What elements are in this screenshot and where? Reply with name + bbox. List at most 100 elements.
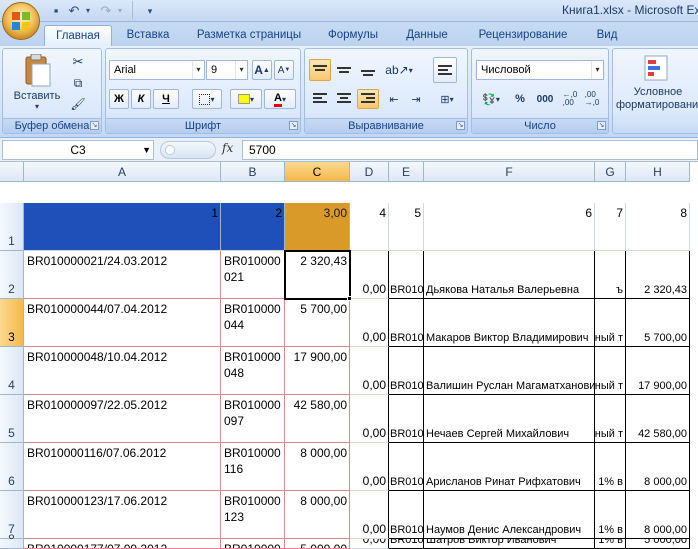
currency-icon[interactable]: 💱 ▾ xyxy=(476,89,506,109)
redo-dropdown-icon[interactable]: ▾ xyxy=(112,3,128,19)
tab-page-layout[interactable]: Разметка страницы xyxy=(190,25,308,46)
decrease-decimal-icon[interactable]: ,00 →,0 xyxy=(582,89,602,109)
office-button[interactable] xyxy=(2,2,40,40)
cell-b3[interactable]: BR010000 044 xyxy=(221,299,285,347)
cell-e8[interactable]: BR010 xyxy=(389,539,424,549)
bold-button[interactable]: Ж xyxy=(109,89,129,109)
row-header-9[interactable] xyxy=(0,539,24,549)
row-header-5[interactable]: 5 xyxy=(0,395,24,443)
cell-e2[interactable]: BR010 xyxy=(389,251,424,299)
cut-icon[interactable]: ✂ xyxy=(69,53,87,71)
cell-c4[interactable]: 17 900,00 xyxy=(285,347,350,395)
wrap-text-icon[interactable] xyxy=(433,57,457,83)
tab-home[interactable]: Главная xyxy=(44,25,112,46)
row-header-4[interactable]: 4 xyxy=(0,347,24,395)
cell-a7[interactable]: BR010000123/17.06.2012 xyxy=(24,491,221,539)
cell-c7[interactable]: 8 000,00 xyxy=(285,491,350,539)
cell-d3[interactable]: 0,00 xyxy=(350,299,389,347)
shrink-font-icon[interactable]: A ▼ xyxy=(274,60,294,80)
cell-b4[interactable]: BR010000 048 xyxy=(221,347,285,395)
font-color-icon[interactable]: A ▾ xyxy=(264,89,296,109)
copy-icon[interactable]: ⧉ xyxy=(69,74,87,92)
alignment-launcher-icon[interactable]: ↘ xyxy=(456,121,465,130)
column-header-e[interactable]: E xyxy=(389,162,424,182)
cell-h2[interactable]: 2 320,43 xyxy=(626,251,690,299)
cell-c2[interactable]: 2 320,43 xyxy=(285,251,350,299)
cell-c3[interactable]: 5 700,00 xyxy=(285,299,350,347)
cell-g4[interactable]: ный т xyxy=(595,347,626,395)
name-box[interactable]: C3 ▼ xyxy=(2,140,154,160)
cell-g6[interactable]: о 1% в xyxy=(595,443,626,491)
tab-review[interactable]: Рецензирование xyxy=(468,25,578,46)
column-header-a[interactable]: A xyxy=(24,162,221,182)
cell-f1[interactable]: 6 xyxy=(424,203,595,251)
cell-h8[interactable]: 5 000,00 xyxy=(626,539,690,549)
cell-a6[interactable]: BR010000116/07.06.2012 xyxy=(24,443,221,491)
cell-h1[interactable]: 8 xyxy=(626,203,690,251)
cell-c5[interactable]: 42 580,00 xyxy=(285,395,350,443)
fill-handle[interactable] xyxy=(347,296,352,301)
number-launcher-icon[interactable]: ↘ xyxy=(597,121,606,130)
cell-b8[interactable]: BR010000 177 xyxy=(221,539,285,549)
fill-color-icon[interactable]: ▾ xyxy=(230,89,262,109)
grow-font-icon[interactable]: A ▲ xyxy=(252,60,272,80)
cell-g3[interactable]: ный т xyxy=(595,299,626,347)
font-size-combo[interactable]: 9 ▾ xyxy=(206,60,248,80)
cell-g2[interactable]: ъ xyxy=(595,251,626,299)
cell-h5[interactable]: 42 580,00 xyxy=(626,395,690,443)
align-middle-icon[interactable] xyxy=(333,59,355,81)
increase-indent-icon[interactable]: ⇥ xyxy=(405,89,427,109)
clipboard-launcher-icon[interactable]: ↘ xyxy=(90,121,99,130)
cell-d7[interactable]: 0,00 xyxy=(350,491,389,539)
align-bottom-icon[interactable] xyxy=(357,59,379,81)
cell-d5[interactable]: 0,00 xyxy=(350,395,389,443)
cell-a1[interactable]: 1 xyxy=(24,203,221,251)
cell-e6[interactable]: BR010 xyxy=(389,443,424,491)
cell-d1[interactable]: 4 xyxy=(350,203,389,251)
cell-f7[interactable]: Наумов Денис Александрович xyxy=(424,491,595,539)
align-right-icon[interactable] xyxy=(357,89,379,109)
column-header-f[interactable]: F xyxy=(424,162,595,182)
undo-dropdown-icon[interactable]: ▾ xyxy=(80,3,96,19)
cell-b7[interactable]: BR010000 123 xyxy=(221,491,285,539)
cell-c1[interactable]: 3,00 xyxy=(285,203,350,251)
cell-d2[interactable]: 0,00 xyxy=(350,251,389,299)
cell-d6[interactable]: 0,00 xyxy=(350,443,389,491)
orientation-icon[interactable]: ab↗ ▾ xyxy=(383,59,415,81)
save-icon[interactable]: ▪ xyxy=(48,3,64,19)
format-painter-icon[interactable]: 🖌 xyxy=(69,95,87,113)
cell-e1[interactable]: 5 xyxy=(389,203,424,251)
cell-h3[interactable]: 5 700,00 xyxy=(626,299,690,347)
insert-function-icon[interactable]: fx xyxy=(222,141,233,155)
cell-a8[interactable]: BR010000177/07.09.2012 xyxy=(24,539,221,549)
tab-view[interactable]: Вид xyxy=(590,25,624,46)
cell-e4[interactable]: BR010 xyxy=(389,347,424,395)
borders-icon[interactable]: ▾ xyxy=(192,89,222,109)
increase-decimal-icon[interactable]: ←,0,00 xyxy=(560,89,580,109)
cell-e5[interactable]: BR010 xyxy=(389,395,424,443)
cell-c6[interactable]: 8 000,00 xyxy=(285,443,350,491)
cell-g1[interactable]: 7 xyxy=(595,203,626,251)
row-header-2[interactable]: 2 xyxy=(0,251,24,299)
cell-h6[interactable]: 8 000,00 xyxy=(626,443,690,491)
cell-f8[interactable]: Шатров Виктор Иванович xyxy=(424,539,595,549)
row-header-1[interactable]: 1 xyxy=(0,203,24,251)
number-format-combo[interactable]: Числовой ▾ xyxy=(476,60,604,80)
cell-a2[interactable]: BR010000021/24.03.2012 xyxy=(24,251,221,299)
font-launcher-icon[interactable]: ↘ xyxy=(289,121,298,130)
underline-button[interactable]: Ч xyxy=(153,89,179,109)
cell-g5[interactable]: ный т xyxy=(595,395,626,443)
cell-b6[interactable]: BR010000 116 xyxy=(221,443,285,491)
cell-b5[interactable]: BR010000 097 xyxy=(221,395,285,443)
column-header-d[interactable]: D xyxy=(350,162,389,182)
tab-insert[interactable]: Вставка xyxy=(118,25,178,46)
italic-button[interactable]: К xyxy=(131,89,151,109)
formula-input[interactable]: 5700 xyxy=(242,140,698,160)
cell-h7[interactable]: 8 000,00 xyxy=(626,491,690,539)
cell-a3[interactable]: BR010000044/07.04.2012 xyxy=(24,299,221,347)
thousands-button[interactable]: 000 xyxy=(532,89,558,109)
align-top-icon[interactable] xyxy=(309,59,331,81)
cell-f6[interactable]: Арисланов Ринат Рифхатович xyxy=(424,443,595,491)
cell-h4[interactable]: 17 900,00 xyxy=(626,347,690,395)
merge-center-icon[interactable]: ⊞ ▾ xyxy=(431,89,463,109)
